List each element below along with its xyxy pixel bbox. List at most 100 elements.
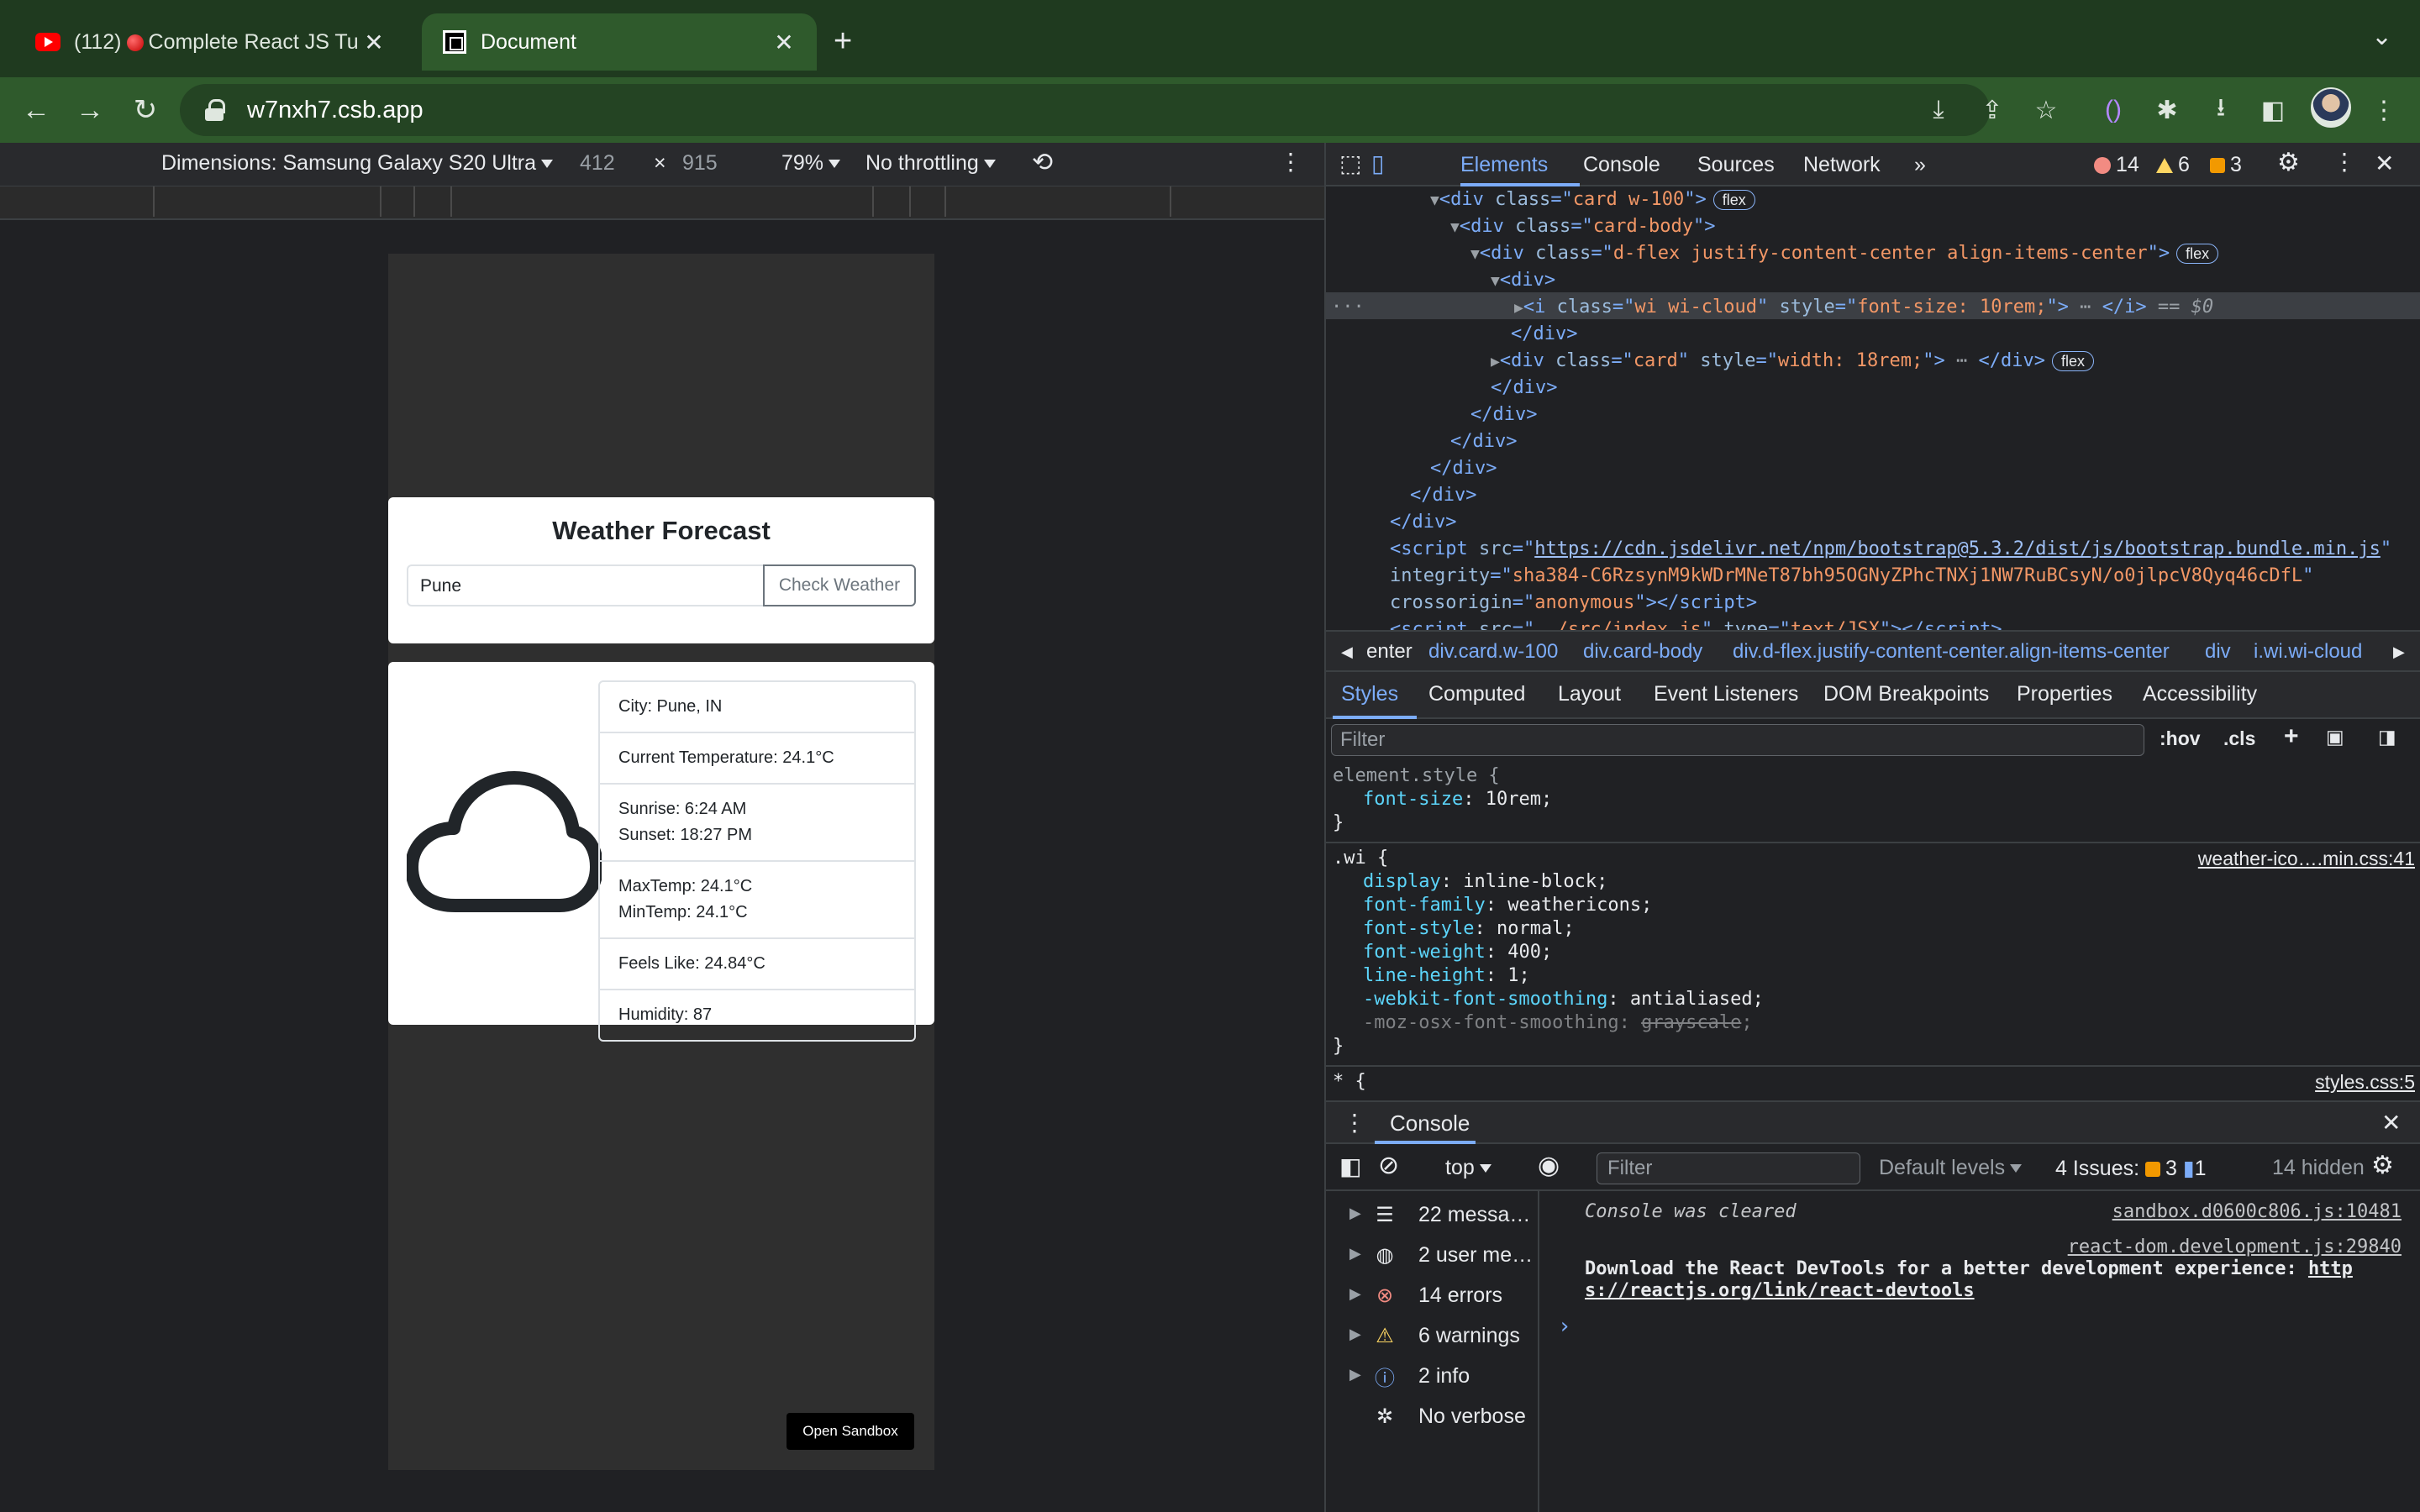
device-toggle-icon[interactable]: ▯	[1371, 150, 1384, 177]
tab-event-listeners[interactable]: Event Listeners	[1654, 682, 1798, 706]
warning-count[interactable]: 6	[2156, 153, 2190, 177]
breadcrumb-item[interactable]: div.card.w-100	[1428, 640, 1558, 664]
breadcrumb-item[interactable]: i.wi.wi-cloud	[2254, 640, 2362, 664]
style-declaration[interactable]: display: inline-block;	[1363, 870, 1607, 894]
breadcrumb-item[interactable]: div.card-body	[1583, 640, 1702, 664]
console-prompt[interactable]: ›	[1558, 1314, 1571, 1339]
sidebar-item-info[interactable]: ▶ ⓘ 2 info	[1326, 1356, 1539, 1396]
width-input[interactable]: 412	[580, 151, 615, 176]
city-input[interactable]: Pune	[407, 564, 763, 606]
close-devtools-icon[interactable]: ✕	[2375, 150, 2394, 177]
close-tab-icon[interactable]: ✕	[771, 29, 797, 55]
more-options-icon[interactable]: ⋮	[2333, 148, 2356, 176]
drawer-menu-icon[interactable]: ⋮	[1343, 1109, 1366, 1137]
message-source-link[interactable]: sandbox.d0600c806.js:10481	[2112, 1201, 2402, 1222]
issue-count[interactable]: 3	[2210, 153, 2242, 177]
more-tabs-icon[interactable]: »	[1914, 153, 1926, 177]
share-icon[interactable]: ⇪	[1976, 94, 2008, 126]
paint-brush-icon[interactable]: ▣	[2326, 726, 2344, 748]
breadcrumb-item[interactable]: div	[2205, 640, 2231, 664]
eye-icon[interactable]: ◉	[1538, 1151, 1560, 1180]
tab-accessibility[interactable]: Accessibility	[2143, 682, 2257, 706]
dom-node[interactable]: ▼<div class="card-body">	[1450, 213, 1716, 240]
scroll-right-icon[interactable]: ▶	[2393, 643, 2405, 661]
extension-brackets-icon[interactable]: ()	[2097, 94, 2129, 126]
dimensions-select[interactable]: Dimensions: Samsung Galaxy S20 Ultra	[161, 151, 554, 176]
open-sandbox-button[interactable]: Open Sandbox	[786, 1413, 914, 1450]
chevron-down-icon[interactable]: ⌄	[2371, 22, 2392, 51]
rotate-icon[interactable]: ⟲	[1032, 148, 1053, 177]
tab-styles[interactable]: Styles	[1341, 682, 1398, 706]
style-declaration[interactable]: font-family: weathericons;	[1363, 894, 1652, 917]
breadcrumb-item[interactable]: enter	[1366, 640, 1413, 664]
puzzle-icon[interactable]: ✱	[2151, 94, 2183, 126]
settings-gear-icon[interactable]: ⚙	[2277, 148, 2300, 177]
tab-elements[interactable]: Elements	[1460, 153, 1548, 177]
rule-source-link[interactable]: styles.css:5	[2315, 1070, 2415, 1095]
download-icon[interactable]: ⭳	[2205, 94, 2237, 126]
cls-toggle[interactable]: .cls	[2223, 727, 2255, 750]
side-panel-icon[interactable]: ◧	[2257, 94, 2289, 126]
address-bar[interactable]: w7nxh7.csb.app	[180, 84, 1990, 136]
dom-node[interactable]: ▼<div>	[1491, 267, 1555, 294]
tab-document[interactable]: Document ✕	[422, 13, 817, 71]
tab-properties[interactable]: Properties	[2017, 682, 2112, 706]
close-drawer-icon[interactable]: ✕	[2381, 1109, 2401, 1137]
more-options-icon[interactable]: ⋮	[1279, 148, 1302, 176]
issues-link[interactable]: 4 Issues: 3 ▮1	[2055, 1156, 2207, 1181]
dom-node[interactable]: ▼<div class="d-flex justify-content-cent…	[1470, 240, 2219, 267]
reload-icon[interactable]: ↻	[126, 91, 165, 129]
console-settings-gear-icon[interactable]: ⚙	[2371, 1151, 2394, 1180]
sidebar-toggle-icon[interactable]: ◧	[1339, 1152, 1361, 1180]
throttling-select[interactable]: No throttling	[865, 151, 996, 176]
install-icon[interactable]: ⤓	[1923, 94, 1954, 126]
style-declaration[interactable]: font-weight: 400;	[1363, 941, 1552, 964]
new-rule-icon[interactable]: +	[2284, 722, 2299, 751]
sidebar-item-verbose[interactable]: ✲ No verbose	[1326, 1396, 1539, 1436]
tab-dom-breakpoints[interactable]: DOM Breakpoints	[1823, 682, 1989, 706]
forward-icon[interactable]: →	[71, 91, 109, 129]
dom-node[interactable]: ▶<div class="card" style="width: 18rem;"…	[1491, 348, 2094, 375]
menu-kebab-icon[interactable]: ⋮	[2368, 94, 2400, 126]
toggle-sidebar-icon[interactable]: ◨	[2378, 726, 2396, 748]
sidebar-item-messages[interactable]: ▶ ☰ 22 messa…	[1326, 1194, 1539, 1235]
style-declaration-overridden[interactable]: -moz-osx-font-smoothing: grayscale;	[1363, 1011, 1753, 1035]
sidebar-item-errors[interactable]: ▶ ⊗ 14 errors	[1326, 1275, 1539, 1315]
context-select[interactable]: top	[1445, 1156, 1491, 1180]
style-declaration[interactable]: font-style: normal;	[1363, 917, 1575, 941]
dom-node[interactable]: <script src="../src/index.js" type="text…	[1390, 617, 2002, 630]
scroll-left-icon[interactable]: ◀	[1341, 643, 1353, 661]
style-declaration[interactable]: font-size: 10rem;	[1363, 788, 1552, 811]
styles-filter-input[interactable]: Filter	[1331, 724, 2144, 756]
tab-console[interactable]: Console	[1583, 153, 1660, 177]
drawer-tab-console[interactable]: Console	[1390, 1110, 1470, 1137]
breadcrumb-item[interactable]: div.d-flex.justify-content-center.align-…	[1733, 640, 2170, 664]
tab-youtube[interactable]: (112) Complete React JS Tu ✕	[15, 13, 407, 71]
dom-node[interactable]: ▼<div class="card w-100"> flex	[1430, 186, 1755, 213]
console-filter-input[interactable]: Filter	[1597, 1152, 1860, 1184]
hov-toggle[interactable]: :hov	[2160, 727, 2201, 750]
avatar[interactable]	[2311, 87, 2351, 128]
tab-computed[interactable]: Computed	[1428, 682, 1525, 706]
clear-console-icon[interactable]: ⊘	[1378, 1151, 1399, 1180]
dom-node-selected[interactable]: ··· ▶<i class="wi wi-cloud" style="font-s…	[1326, 294, 2213, 321]
zoom-select[interactable]: 79%	[781, 151, 841, 176]
style-declaration[interactable]: line-height: 1;	[1363, 964, 1530, 988]
check-weather-button[interactable]: Check Weather	[763, 564, 916, 606]
devtools-link[interactable]: http	[2308, 1258, 2353, 1279]
sidebar-item-user-messages[interactable]: ▶ ◍ 2 user me…	[1326, 1235, 1539, 1275]
message-source-link[interactable]: react-dom.development.js:29840	[2068, 1236, 2402, 1257]
tab-layout[interactable]: Layout	[1558, 682, 1621, 706]
error-count[interactable]: 14	[2094, 153, 2139, 177]
close-tab-icon[interactable]: ✕	[361, 29, 387, 55]
sidebar-item-warnings[interactable]: ▶ ⚠ 6 warnings	[1326, 1315, 1539, 1356]
star-icon[interactable]: ☆	[2030, 94, 2062, 126]
levels-select[interactable]: Default levels	[1879, 1156, 2023, 1180]
devtools-link[interactable]: s://reactjs.org/link/react-devtools	[1585, 1280, 1975, 1301]
tab-sources[interactable]: Sources	[1697, 153, 1775, 177]
inspect-icon[interactable]: ⬚	[1339, 150, 1361, 177]
tab-network[interactable]: Network	[1803, 153, 1881, 177]
new-tab-icon[interactable]: +	[834, 24, 852, 60]
rule-source-link[interactable]: weather-ico….min.css:41	[2198, 847, 2415, 872]
style-declaration[interactable]: -webkit-font-smoothing: antialiased;	[1363, 988, 1764, 1011]
